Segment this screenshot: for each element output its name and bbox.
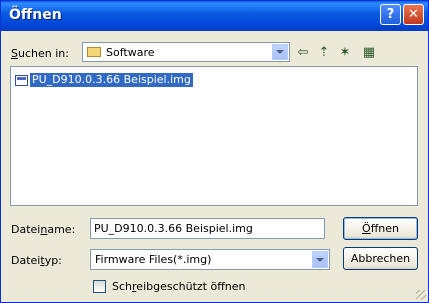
image-file-icon — [15, 74, 28, 86]
readonly-label[interactable]: Schreibgeschützt öffnen — [112, 280, 246, 293]
open-button[interactable]: Öffnen — [343, 217, 418, 240]
filetype-label: Dateityp: — [11, 254, 62, 267]
cancel-button[interactable]: Abbrechen — [343, 247, 418, 270]
title-bar[interactable]: Öffnen ? ✕ — [1, 1, 428, 31]
window-title: Öffnen — [9, 7, 62, 23]
lookin-label: Suchen in: — [11, 47, 69, 60]
chevron-down-icon[interactable] — [272, 44, 288, 60]
folder-icon — [87, 47, 101, 57]
filename-label: Dateiname: — [11, 223, 76, 236]
filetype-combo[interactable]: Firmware Files(*.img) — [90, 249, 330, 270]
filename-field[interactable]: PU_D910.0.3.66 Beispiel.img — [90, 218, 325, 239]
lookin-folder: Software — [106, 46, 155, 59]
readonly-checkbox[interactable] — [93, 280, 106, 293]
open-dialog: Öffnen ? ✕ Suchen in: Software ⇦ ⇡ ✶ ▦ P… — [0, 0, 429, 303]
back-icon[interactable]: ⇦ — [293, 43, 313, 61]
chevron-down-icon[interactable] — [312, 251, 328, 268]
view-menu-icon[interactable]: ▦ — [357, 43, 381, 61]
file-name: PU_D910.0.3.66 Beispiel.img — [30, 73, 193, 87]
close-button[interactable]: ✕ — [403, 4, 424, 25]
list-item[interactable]: PU_D910.0.3.66 Beispiel.img — [15, 73, 193, 87]
lookin-combo[interactable]: Software — [82, 42, 290, 62]
up-folder-icon[interactable]: ⇡ — [314, 43, 334, 61]
help-button[interactable]: ? — [380, 4, 401, 25]
new-folder-icon[interactable]: ✶ — [335, 43, 355, 61]
resize-grip-icon[interactable] — [416, 290, 426, 300]
file-list[interactable]: PU_D910.0.3.66 Beispiel.img — [10, 66, 418, 206]
